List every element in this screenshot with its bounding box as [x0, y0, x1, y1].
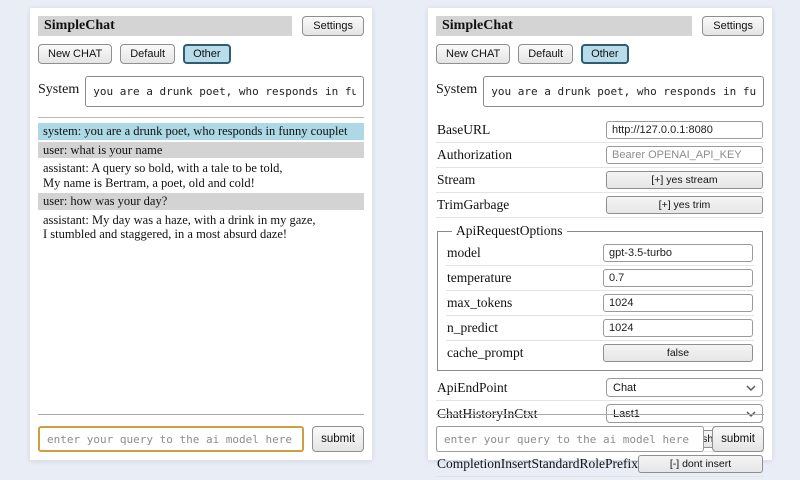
- setting-row-api-endpoint: ApiEndPoint Chat: [436, 375, 764, 401]
- completion-insert-prefix-toggle-button[interactable]: [-] dont insert: [638, 455, 763, 473]
- chat-message-system: system: you are a drunk poet, who respon…: [38, 123, 364, 140]
- setting-row-trimgarbage: TrimGarbage [+] yes trim: [436, 193, 764, 218]
- baseurl-input[interactable]: [606, 121, 763, 139]
- new-chat-button[interactable]: New CHAT: [38, 44, 112, 64]
- setting-label: Stream: [437, 172, 606, 188]
- model-input[interactable]: [603, 244, 753, 262]
- session-buttons: New CHAT Default Other: [38, 44, 364, 64]
- setting-label: temperature: [447, 270, 603, 286]
- chat-panel: SimpleChat Settings New CHAT Default Oth…: [30, 8, 372, 460]
- chevron-down-icon: [746, 385, 756, 391]
- n-predict-input[interactable]: [603, 319, 753, 337]
- session-other-button[interactable]: Other: [183, 44, 231, 64]
- session-default-button[interactable]: Default: [120, 44, 175, 64]
- api-endpoint-select[interactable]: Chat: [606, 378, 763, 397]
- select-value: Chat: [613, 382, 636, 394]
- session-other-button[interactable]: Other: [581, 44, 629, 64]
- setting-row-cache-prompt: cache_prompt false: [446, 341, 754, 365]
- authorization-input[interactable]: [606, 146, 763, 164]
- setting-label: n_predict: [447, 320, 603, 336]
- app-title: SimpleChat: [38, 16, 292, 36]
- system-prompt-row: System: [436, 76, 764, 107]
- submit-button[interactable]: submit: [312, 426, 364, 452]
- submit-button[interactable]: submit: [712, 426, 764, 452]
- settings-button[interactable]: Settings: [302, 16, 364, 36]
- header: SimpleChat Settings: [38, 16, 364, 36]
- session-buttons: New CHAT Default Other: [436, 44, 764, 64]
- settings-panel: SimpleChat Settings New CHAT Default Oth…: [428, 8, 772, 460]
- setting-row-temperature: temperature: [446, 266, 754, 291]
- header: SimpleChat Settings: [436, 16, 764, 36]
- chat-message-assistant: assistant: A query so bold, with a tale …: [38, 160, 364, 191]
- chat-message-assistant: assistant: My day was a haze, with a dri…: [38, 212, 364, 243]
- settings-button[interactable]: Settings: [702, 16, 764, 36]
- query-bar: submit: [436, 414, 764, 452]
- system-prompt-row: System: [38, 76, 364, 107]
- setting-label: ApiEndPoint: [437, 380, 606, 396]
- session-default-button[interactable]: Default: [518, 44, 573, 64]
- system-prompt-label: System: [38, 76, 79, 98]
- api-request-options-fieldset: ApiRequestOptions model temperature max_…: [437, 223, 763, 371]
- temperature-input[interactable]: [603, 269, 753, 287]
- trimgarbage-toggle-button[interactable]: [+] yes trim: [606, 196, 763, 214]
- setting-label: TrimGarbage: [437, 197, 606, 213]
- setting-label: BaseURL: [437, 122, 606, 138]
- app-title: SimpleChat: [436, 16, 692, 36]
- fieldset-legend: ApiRequestOptions: [452, 223, 567, 239]
- setting-row-model: model: [446, 241, 754, 266]
- user-query-input[interactable]: [38, 426, 304, 452]
- setting-label: Authorization: [437, 147, 606, 163]
- user-query-input[interactable]: [436, 426, 704, 452]
- divider: [38, 117, 364, 118]
- setting-row-baseurl: BaseURL: [436, 118, 764, 143]
- system-prompt-label: System: [436, 76, 477, 98]
- chat-message-user: user: what is your name: [38, 142, 364, 159]
- setting-label: CompletionInsertStandardRolePrefix: [437, 456, 638, 472]
- setting-row-n-predict: n_predict: [446, 316, 754, 341]
- chat-message-user: user: how was your day?: [38, 193, 364, 210]
- setting-label: max_tokens: [447, 295, 603, 311]
- query-bar: submit: [38, 414, 364, 452]
- setting-row-max-tokens: max_tokens: [446, 291, 754, 316]
- stream-toggle-button[interactable]: [+] yes stream: [606, 171, 763, 189]
- system-prompt-input[interactable]: [483, 76, 764, 107]
- new-chat-button[interactable]: New CHAT: [436, 44, 510, 64]
- system-prompt-input[interactable]: [85, 76, 364, 107]
- chat-history: system: you are a drunk poet, who respon…: [38, 123, 364, 243]
- setting-row-stream: Stream [+] yes stream: [436, 168, 764, 193]
- setting-row-completion-insert-standard-role-prefix: CompletionInsertStandardRolePrefix [-] d…: [436, 452, 764, 477]
- setting-row-authorization: Authorization: [436, 143, 764, 168]
- setting-label: cache_prompt: [447, 345, 603, 361]
- max-tokens-input[interactable]: [603, 294, 753, 312]
- setting-label: model: [447, 245, 603, 261]
- cache-prompt-toggle-button[interactable]: false: [603, 344, 753, 362]
